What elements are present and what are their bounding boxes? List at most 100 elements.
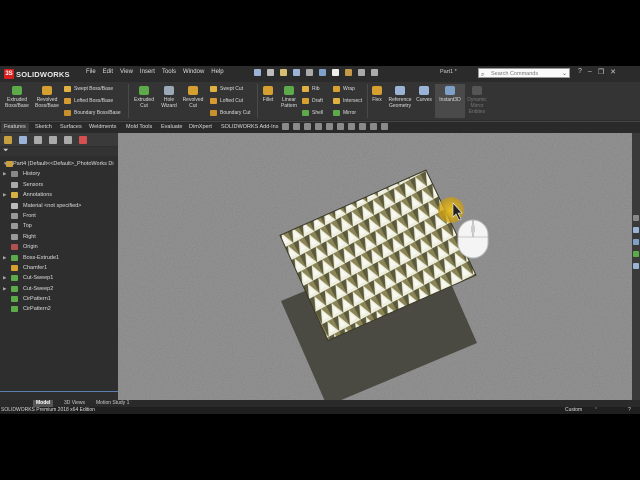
instant3d-button[interactable]: Instant3D [435,84,465,118]
view-settings-icon[interactable] [381,123,388,130]
expand-icon[interactable]: ▶ [3,284,6,294]
view-palette-icon[interactable] [633,251,639,257]
tab-solidworks-add-ins[interactable]: SOLIDWORKS Add-Ins [218,123,281,132]
rebuild-icon[interactable] [345,69,352,76]
home-icon[interactable] [254,69,261,76]
tree-item-top-plane[interactable]: Top [0,221,118,231]
menu-view[interactable]: View [120,69,133,75]
search-commands-input[interactable]: ⌕ Search Commands ⌄ [478,68,570,78]
swept-boss-button[interactable]: Swept Boss/Base [64,86,113,92]
tree-filter[interactable]: ⏷ [0,147,118,156]
open-folder-icon[interactable] [280,69,287,76]
menu-file[interactable]: File [86,69,96,75]
tab-mold-tools[interactable]: Mold Tools [123,123,155,132]
boundary-cut-button[interactable]: Boundary Cut [210,110,251,116]
zoom-to-fit-icon[interactable] [282,123,289,130]
menu-help[interactable]: Help [211,69,223,75]
status-help-icon[interactable]: ? [628,407,631,414]
revolved-boss-button[interactable]: Revolved Boss/Base [33,86,61,109]
display-style-icon[interactable] [337,123,344,130]
close-icon[interactable]: ✕ [610,68,616,76]
tree-item-chamfer1[interactable]: Chamfer1 [0,263,118,273]
tab-weldments[interactable]: Weldments [86,123,119,132]
lofted-cut-button[interactable]: Lofted Cut [210,98,243,104]
tree-item-cut-sweep2[interactable]: ▶ Cut-Sweep2 [0,284,118,294]
units-selector[interactable]: Custom [565,407,582,414]
expand-icon[interactable]: ▶ [3,169,6,179]
file-properties-icon[interactable] [358,69,365,76]
edit-appearance-icon[interactable] [359,123,366,130]
chevron-up-icon[interactable]: ⌃ [594,407,598,414]
display-manager-icon[interactable] [64,135,72,144]
section-view-icon[interactable] [315,123,322,130]
resources-icon[interactable] [633,215,639,221]
tree-item-sensors[interactable]: Sensors [0,180,118,190]
tab-3d-views[interactable]: 3D Views [61,400,88,407]
mirror-button[interactable]: Mirror [333,110,356,116]
tab-features[interactable]: Features [1,123,29,132]
menu-edit[interactable]: Edit [103,69,113,75]
reference-geometry-button[interactable]: Reference Geometry [386,86,414,109]
tab-sketch[interactable]: Sketch [32,123,55,132]
new-document-icon[interactable] [267,69,274,76]
appearance-icon[interactable] [79,135,87,144]
tab-model[interactable]: Model [33,400,54,407]
menu-insert[interactable]: Insert [140,69,155,75]
tree-item-boss-extrude1[interactable]: ▶ Boss-Extrude1 [0,253,118,263]
file-explorer-icon[interactable] [633,239,639,245]
curves-button[interactable]: Curves [415,86,433,103]
tree-item-right-plane[interactable]: Right [0,232,118,242]
view-orientation-icon[interactable] [326,123,333,130]
menu-tools[interactable]: Tools [162,69,176,75]
tab-evaluate[interactable]: Evaluate [158,123,185,132]
menu-window[interactable]: Window [183,69,204,75]
previous-view-icon[interactable] [304,123,311,130]
select-cursor-icon[interactable] [332,69,339,76]
minimize-icon[interactable]: – [588,68,592,76]
tab-dimxpert[interactable]: DimXpert [186,123,215,132]
hole-wizard-button[interactable]: Hole Wizard [158,86,180,109]
tree-item-cirpattern2[interactable]: CirPattern2 [0,304,118,314]
rib-button[interactable]: Rib [302,86,320,92]
tree-item-cut-sweep1[interactable]: ▶ Cut-Sweep1 [0,273,118,283]
hide-show-items-icon[interactable] [348,123,355,130]
appearances-icon[interactable] [633,263,639,269]
solidworks-logo[interactable]: 3S SOLIDWORKS [4,68,70,80]
intersect-button[interactable]: Intersect [333,98,362,104]
restore-icon[interactable]: ❐ [598,68,604,76]
design-library-icon[interactable] [633,227,639,233]
draft-button[interactable]: Draft [302,98,323,104]
tree-root[interactable]: ▼ Part4 (Default<<Default>_PhotoWorks Di [0,159,118,169]
zoom-area-icon[interactable] [293,123,300,130]
property-manager-icon[interactable] [19,135,27,144]
lofted-boss-button[interactable]: Lofted Boss/Base [64,98,113,104]
wrap-button[interactable]: Wrap [333,86,355,92]
dynamic-mirror-button[interactable]: Dynamic Mirror Entities [466,86,488,115]
swept-cut-button[interactable]: Swept Cut [210,86,243,92]
feature-manager-icon[interactable] [4,135,12,144]
extruded-cut-button[interactable]: Extruded Cut [132,86,156,109]
extruded-boss-button[interactable]: Extruded Boss/Base [4,86,30,109]
expand-icon[interactable]: ▶ [3,190,6,200]
tab-motion-study[interactable]: Motion Study 1 [93,400,132,407]
boundary-boss-button[interactable]: Boundary Boss/Base [64,110,121,116]
linear-pattern-button[interactable]: Linear Pattern [278,86,300,109]
expand-icon[interactable]: ▶ [3,273,6,283]
configuration-manager-icon[interactable] [34,135,42,144]
search-dropdown-icon[interactable]: ⌄ [562,69,567,79]
apply-scene-icon[interactable] [370,123,377,130]
tree-item-history[interactable]: ▶ History [0,169,118,179]
expand-icon[interactable]: ▶ [3,253,6,263]
undo-icon[interactable] [319,69,326,76]
tree-item-cirpattern1[interactable]: CirPattern1 [0,294,118,304]
tree-item-front-plane[interactable]: Front [0,211,118,221]
options-gear-icon[interactable] [371,69,378,76]
save-icon[interactable] [293,69,300,76]
tree-item-material[interactable]: Material <not specified> [0,201,118,211]
tree-item-annotations[interactable]: ▶ Annotations [0,190,118,200]
dimxpert-manager-icon[interactable] [49,135,57,144]
tab-surfaces[interactable]: Surfaces [57,123,85,132]
print-icon[interactable] [306,69,313,76]
tree-item-origin[interactable]: Origin [0,242,118,252]
help-icon[interactable]: ? [578,68,582,76]
